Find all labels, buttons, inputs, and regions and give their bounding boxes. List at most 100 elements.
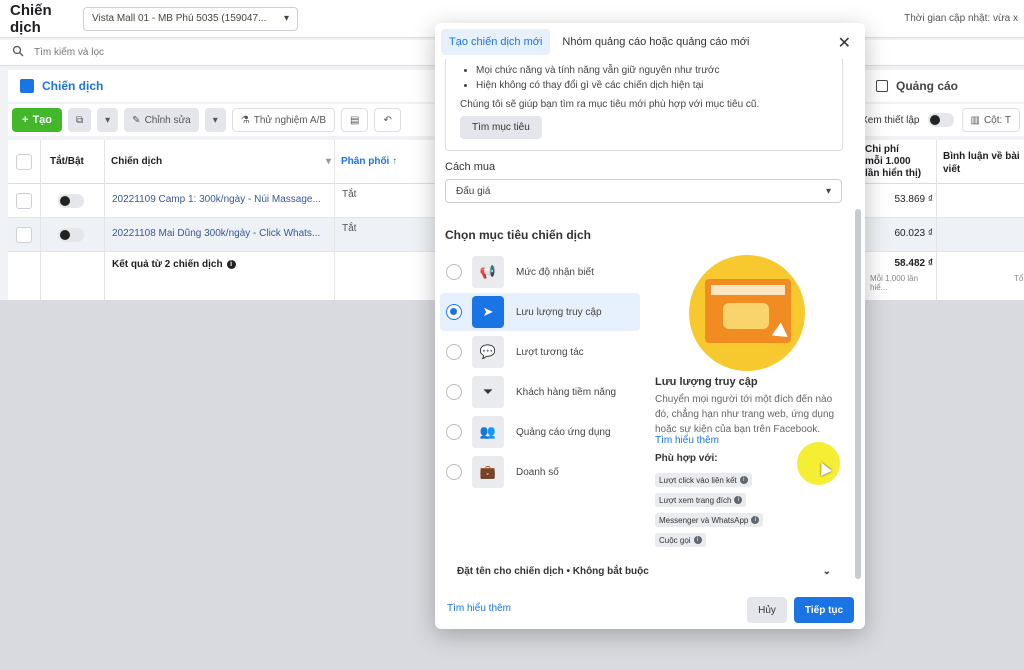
- objective-radio[interactable]: [446, 464, 462, 480]
- fit-chip: Cuộc gọi i: [655, 533, 706, 547]
- clipboard-icon: ▤: [350, 114, 360, 126]
- buying-type-select[interactable]: Đấu giá ▾: [445, 179, 842, 203]
- funnel-icon: ⏷: [472, 376, 504, 408]
- close-icon[interactable]: ✕: [838, 33, 851, 53]
- view-setup-label: Xem thiết lập: [861, 114, 920, 126]
- info-icon[interactable]: i: [739, 476, 748, 484]
- objective-label: Lưu lượng truy cập: [516, 306, 602, 318]
- chip-label: Lượt xem trang đích: [659, 495, 732, 505]
- tab-existing-adset[interactable]: Nhóm quảng cáo hoặc quảng cáo mới: [554, 29, 757, 55]
- notice-text: Chúng tôi sẽ giúp bạn tìm ra mục tiêu mớ…: [460, 99, 760, 110]
- fit-title: Phù hợp với:: [655, 453, 718, 464]
- chat-icon: 💬: [472, 336, 504, 368]
- objective-radio[interactable]: [446, 304, 462, 320]
- archive-button[interactable]: ▤: [341, 108, 369, 132]
- objective-radio[interactable]: [446, 424, 462, 440]
- tab-ads[interactable]: Quảng cáo: [876, 70, 958, 102]
- megaphone-icon: 📢: [472, 256, 504, 288]
- columns-button[interactable]: ▥ Cột: T: [961, 108, 1020, 132]
- last-updated: Thời gian cập nhật: vừa x: [904, 13, 1018, 24]
- chip-label: Cuộc gọi: [659, 535, 691, 545]
- info-icon[interactable]: i: [693, 536, 702, 544]
- col-comments[interactable]: Bình luận về bài viết: [943, 150, 1023, 176]
- info-icon[interactable]: i: [751, 516, 760, 524]
- dialog-scrollbar[interactable]: [855, 209, 861, 579]
- col-campaign[interactable]: Chiến dịch ▾: [111, 156, 331, 167]
- objective-app-promotion[interactable]: 👥 Quảng cáo ứng dụng: [440, 413, 640, 451]
- ab-test-button[interactable]: ⚗ Thử nghiệm A/B: [231, 108, 336, 132]
- row-checkbox[interactable]: [16, 193, 32, 209]
- campaign-name-link[interactable]: 20221109 Camp 1: 300k/ngày - Núi Massage…: [112, 194, 332, 205]
- col-campaign-label: Chiến dịch: [111, 156, 163, 167]
- info-icon[interactable]: i: [734, 496, 743, 504]
- fit-chip: Lượt xem trang đích i: [655, 493, 747, 507]
- account-name: Vista Mall 01 - MB Phú 5035 (159047...: [92, 13, 267, 24]
- objective-sales[interactable]: 💼 Doanh số: [440, 453, 640, 491]
- account-selector[interactable]: Vista Mall 01 - MB Phú 5035 (159047... ▾: [83, 6, 298, 31]
- col-onoff[interactable]: Tắt/Bật: [50, 156, 84, 167]
- dialog-tabs: Tạo chiến dịch mới Nhóm quảng cáo hoặc q…: [435, 23, 865, 61]
- summary-cost-sub: Mỗi 1.000 lần hiể...: [870, 274, 919, 292]
- col-delivery[interactable]: Phân phối ↑: [341, 156, 397, 167]
- objective-detail-desc: Chuyển mọi người tới một đích đến nào đó…: [655, 394, 835, 435]
- objective-radio[interactable]: [446, 264, 462, 280]
- chevron-down-icon: ▾: [212, 114, 218, 126]
- campaign-toggle[interactable]: [58, 228, 84, 242]
- objective-learn-more-link[interactable]: Tìm hiểu thêm: [655, 435, 719, 446]
- flask-icon: ⚗: [240, 114, 250, 126]
- fit-chip: Messenger và WhatsApp i: [655, 513, 764, 527]
- sort-icon: ▾: [325, 156, 331, 167]
- traffic-illustration: [689, 255, 805, 371]
- chevron-down-icon: ▾: [283, 13, 289, 24]
- naming-label: Đặt tên cho chiến dịch • Không bắt buộc: [457, 565, 649, 577]
- edit-menu-button[interactable]: ▾: [204, 108, 226, 132]
- tab-new-campaign[interactable]: Tạo chiến dịch mới: [441, 29, 551, 55]
- campaign-name-link[interactable]: 20221108 Mai Dũng 300k/ngày - Click What…: [112, 228, 332, 239]
- copy-icon: ⧉: [76, 114, 84, 126]
- duplicate-menu-button[interactable]: ▾: [97, 108, 119, 132]
- campaign-toggle[interactable]: [58, 194, 84, 208]
- edit-label: Chỉnh sửa: [144, 114, 191, 126]
- view-setup-toggle[interactable]: [927, 113, 954, 127]
- objective-radio[interactable]: [446, 344, 462, 360]
- undo-button[interactable]: ↶: [374, 108, 401, 132]
- chevron-down-icon: ▾: [105, 114, 111, 126]
- select-all-checkbox[interactable]: [16, 154, 32, 170]
- objective-traffic[interactable]: ➤ Lưu lượng truy cập: [440, 293, 640, 331]
- objective-radio[interactable]: [446, 384, 462, 400]
- create-button[interactable]: + Tạo: [12, 108, 62, 132]
- notice-bullet: Hiện không có thay đổi gì về các chiến d…: [476, 78, 828, 93]
- duplicate-button[interactable]: ⧉: [68, 108, 92, 132]
- objective-leads[interactable]: ⏷ Khách hàng tiềm năng: [440, 373, 640, 411]
- chip-label: Messenger và WhatsApp: [659, 515, 749, 525]
- page-title: Chiến dịch: [10, 1, 52, 36]
- buying-type-value: Đấu giá: [456, 185, 491, 197]
- ad-icon: [876, 80, 888, 92]
- buying-type-label: Cách mua: [445, 161, 496, 173]
- objective-awareness[interactable]: 📢 Mức độ nhận biết: [440, 253, 640, 291]
- continue-button[interactable]: Tiếp tục: [794, 597, 854, 623]
- search-placeholder: Tìm kiếm và lọc: [34, 47, 105, 58]
- objective-label: Lượt tương tác: [516, 346, 584, 358]
- objective-notice: Mọi chức năng và tính năng vẫn giữ nguyê…: [445, 59, 843, 151]
- delivery-status: Tắt: [342, 189, 357, 200]
- col-cost[interactable]: Chi phí mỗi 1.000 lần hiển thị): [865, 144, 935, 180]
- tab-campaigns[interactable]: Chiến dịch: [8, 70, 138, 102]
- footer-learn-more-link[interactable]: Tìm hiểu thêm: [447, 603, 511, 614]
- edit-button[interactable]: ✎ Chỉnh sửa: [124, 108, 199, 132]
- undo-icon: ↶: [383, 114, 392, 126]
- caret-down-icon: ▾: [825, 185, 831, 197]
- cancel-button[interactable]: Hủy: [747, 597, 787, 623]
- delivery-status: Tắt: [342, 223, 357, 234]
- tab-ads-label: Quảng cáo: [896, 79, 959, 93]
- info-icon[interactable]: i: [226, 260, 236, 269]
- find-objective-button[interactable]: Tìm mục tiêu: [460, 116, 542, 139]
- columns-icon: ▥: [970, 114, 980, 126]
- summary-label: Kết quả từ 2 chiến dịch i: [112, 259, 236, 270]
- summary-cost: 58.482 ₫: [894, 258, 934, 269]
- row-checkbox[interactable]: [16, 227, 32, 243]
- objective-engagement[interactable]: 💬 Lượt tương tác: [440, 333, 640, 371]
- campaign-naming-expander[interactable]: Đặt tên cho chiến dịch • Không bắt buộc …: [447, 555, 831, 587]
- objective-detail-title: Lưu lượng truy cập: [655, 376, 758, 388]
- columns-label: Cột: T: [983, 114, 1011, 126]
